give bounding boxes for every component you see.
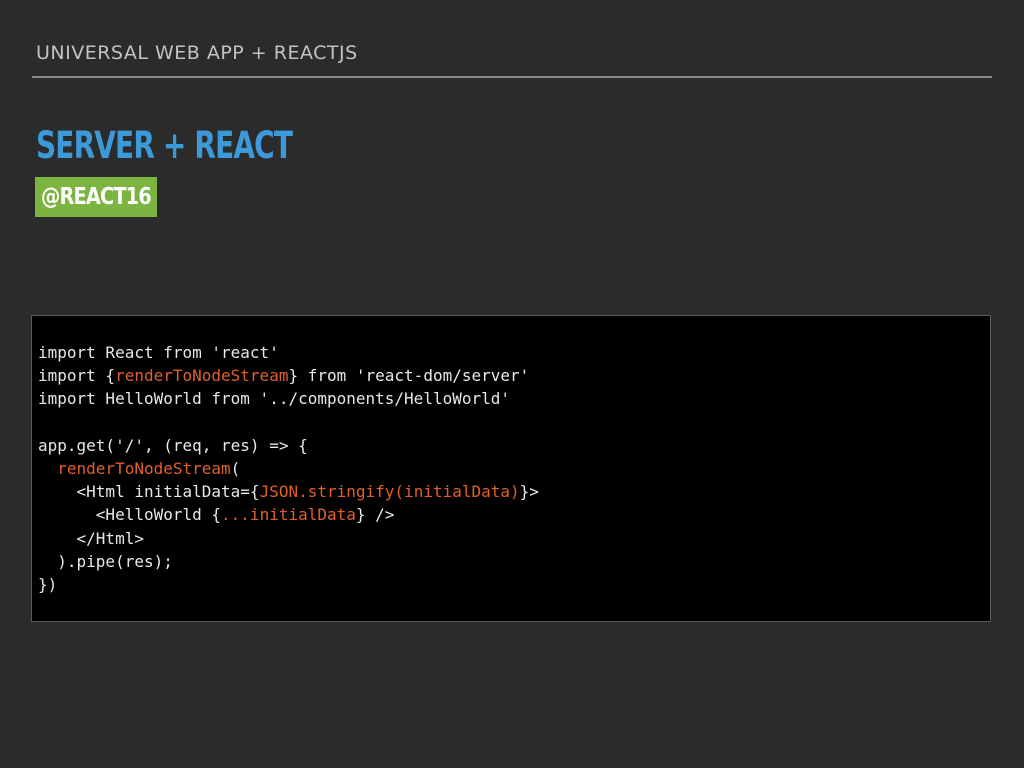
deck-header: UNIVERSAL WEB APP + REACTJS: [36, 42, 358, 64]
code-token: } />: [355, 505, 395, 525]
version-badge: @REACT16: [35, 177, 157, 217]
code-token: </Html>: [38, 528, 144, 548]
code-token: ).pipe(res);: [38, 551, 173, 571]
code-block: import React from 'react' import {renderT…: [31, 315, 991, 622]
version-badge-label: @REACT16: [41, 184, 152, 210]
code-line: <Html initialData={JSON.stringify(initia…: [38, 480, 539, 503]
code-token: import React from 'react': [38, 343, 279, 362]
code-token: import {: [38, 366, 116, 386]
code-line: app.get('/', (req, res) => {: [38, 434, 539, 457]
code-line: ).pipe(res);: [38, 550, 539, 573]
header-divider: [32, 76, 992, 78]
code-token-highlight: ...initialData: [221, 505, 356, 525]
code-line: </Html>: [38, 527, 539, 550]
code-token: } from 'react-dom/server': [288, 366, 530, 386]
code-token: app.get('/', (req, res) => {: [38, 435, 308, 455]
code-token: <Html initialData={: [38, 482, 260, 502]
code-listing: import React from 'react' import {renderT…: [38, 341, 539, 596]
code-line: import HelloWorld from '../components/He…: [38, 387, 539, 410]
code-token: (: [230, 458, 241, 478]
slide-title: SERVER + REACT: [36, 124, 293, 167]
code-line: }): [38, 573, 539, 596]
code-token: }>: [519, 482, 539, 502]
code-line: renderToNodeStream(: [38, 457, 539, 480]
code-line: import React from 'react': [38, 341, 539, 364]
code-token: }): [38, 574, 58, 594]
code-line: <HelloWorld {...initialData} />: [38, 503, 539, 526]
code-line: import {renderToNodeStream} from 'react-…: [38, 364, 539, 387]
code-token: <HelloWorld {: [38, 505, 222, 525]
code-token-highlight: renderToNodeStream: [115, 366, 289, 386]
code-token-highlight: JSON.stringify(initialData): [259, 482, 520, 502]
code-token-highlight: renderToNodeStream: [57, 458, 231, 478]
code-token: import HelloWorld from '../components/He…: [38, 389, 511, 409]
